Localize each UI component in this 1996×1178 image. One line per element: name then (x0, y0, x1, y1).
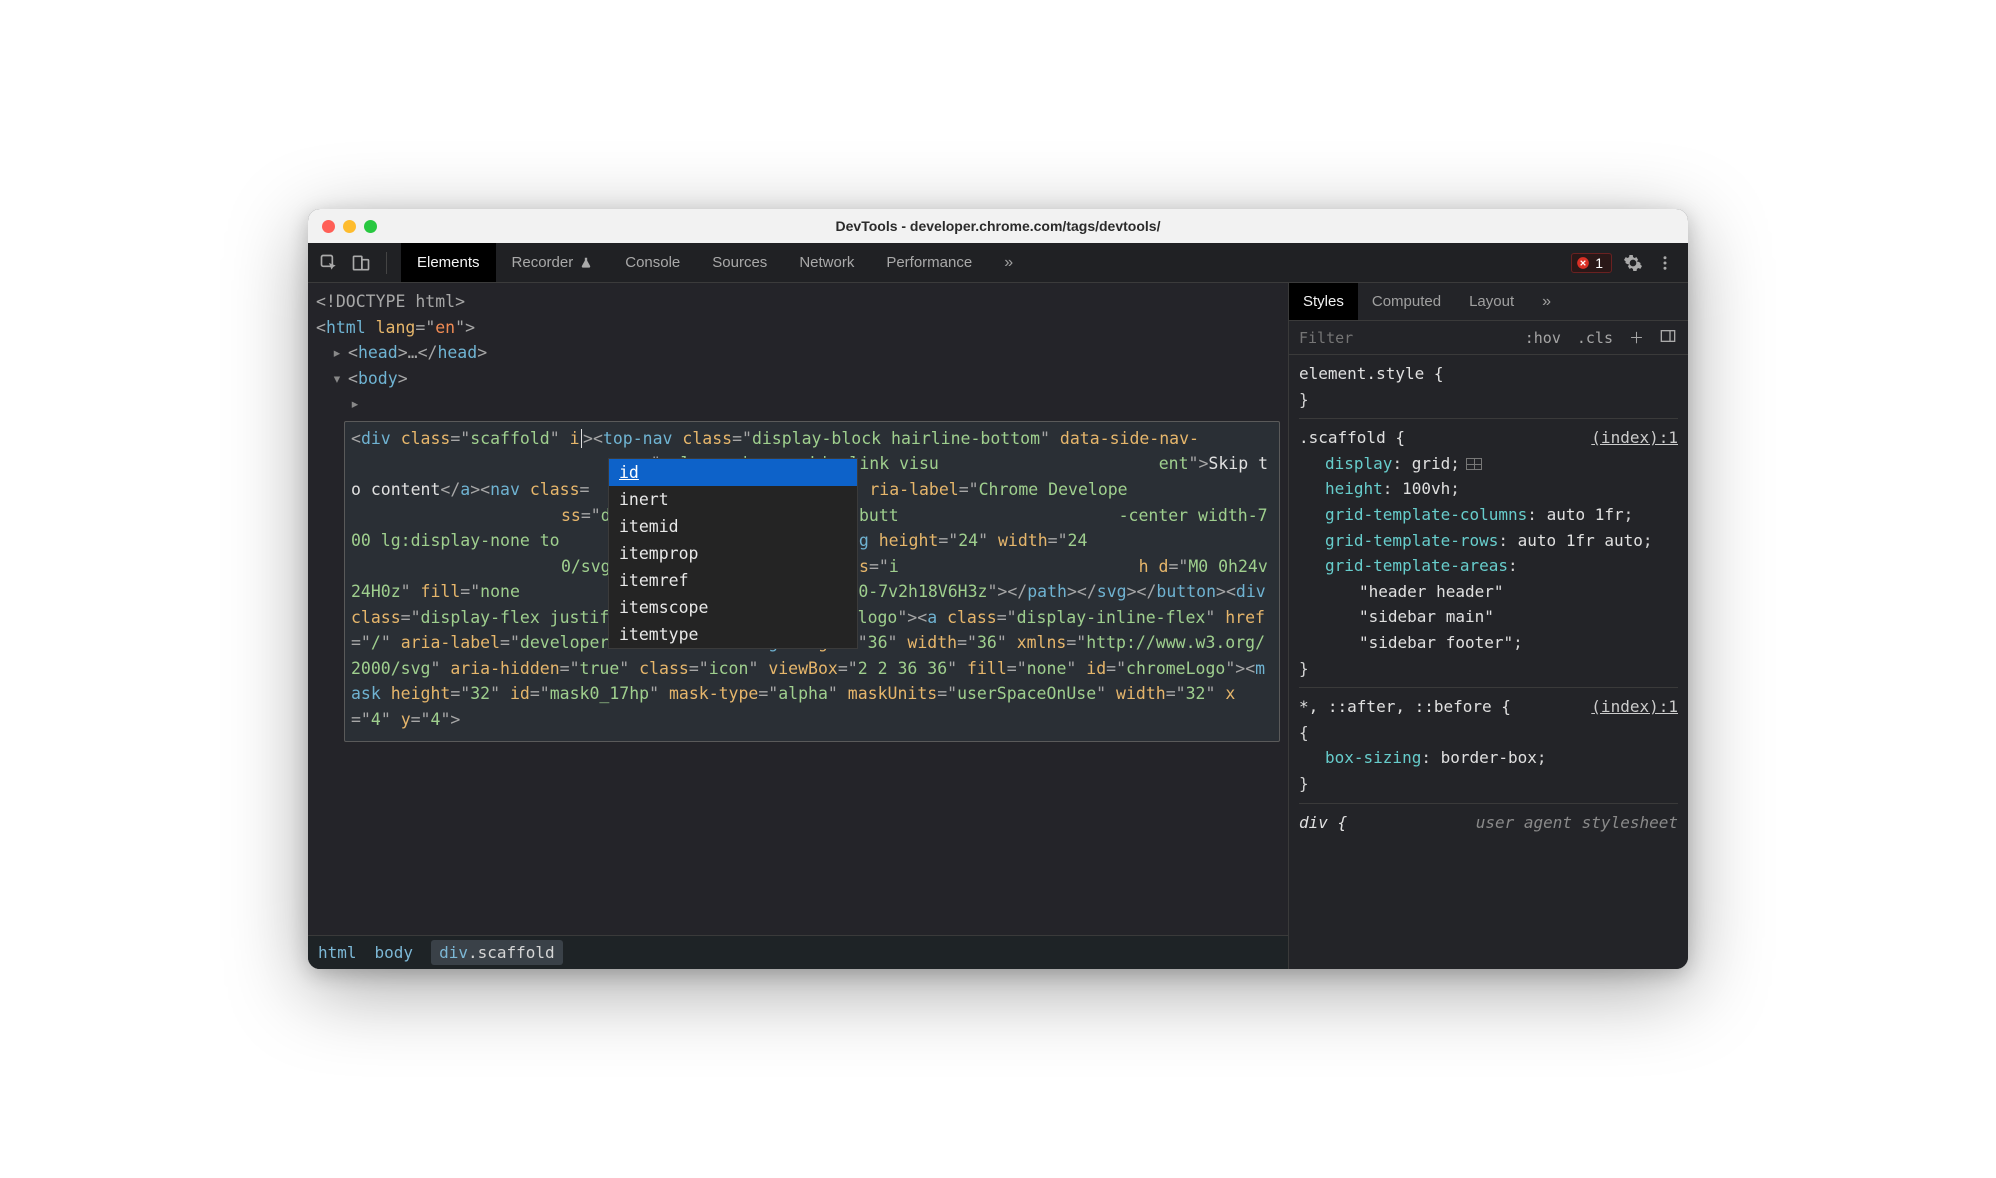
head-line[interactable]: ▸<head>…</head> (316, 340, 1280, 366)
tab-network[interactable]: Network (783, 243, 870, 282)
body-line[interactable]: ▾<body> (316, 366, 1280, 392)
titlebar: DevTools - developer.chrome.com/tags/dev… (308, 209, 1688, 243)
hov-button[interactable]: :hov (1521, 327, 1565, 349)
flask-icon (579, 256, 593, 270)
styles-tabs: Styles Computed Layout » (1289, 283, 1688, 321)
more-icon[interactable] (1654, 252, 1676, 274)
autocomplete-item[interactable]: inert (609, 486, 857, 513)
tab-styles[interactable]: Styles (1289, 283, 1358, 320)
tab-elements[interactable]: Elements (401, 243, 496, 282)
panel-tabs: Elements Recorder Console Sources Networ… (401, 243, 1029, 282)
tab-computed[interactable]: Computed (1358, 283, 1455, 320)
body-child-arrow[interactable]: ▸ (316, 391, 1280, 417)
autocomplete-item[interactable]: itemref (609, 567, 857, 594)
crumb-active[interactable]: div.scaffold (431, 940, 563, 965)
styles-filter-input[interactable] (1297, 328, 1513, 348)
styles-filter-bar: :hov .cls ＋ (1289, 321, 1688, 355)
styles-tabs-overflow-icon[interactable]: » (1528, 283, 1565, 320)
autocomplete-popup: id inert itemid itemprop itemref itemsco… (608, 458, 858, 649)
doctype-line: <!DOCTYPE html> (316, 289, 1280, 315)
crumb-html[interactable]: html (318, 943, 357, 962)
window-title: DevTools - developer.chrome.com/tags/dev… (308, 218, 1688, 234)
crumb-body[interactable]: body (375, 943, 414, 962)
panes: <!DOCTYPE html> <html lang="en"> ▸<head>… (308, 283, 1688, 969)
sidebar-toggle-icon[interactable] (1656, 327, 1680, 349)
source-link[interactable]: (index):1 (1591, 694, 1678, 720)
autocomplete-item[interactable]: itemid (609, 513, 857, 540)
new-rule-icon[interactable]: ＋ (1625, 325, 1648, 350)
grid-swatch-icon[interactable] (1466, 458, 1482, 470)
styles-rules[interactable]: element.style { } (index):1 .scaffold { … (1289, 355, 1688, 969)
devtools-window: DevTools - developer.chrome.com/tags/dev… (308, 209, 1688, 969)
autocomplete-item[interactable]: itemtype (609, 621, 857, 648)
error-badge[interactable]: 1 (1571, 253, 1612, 273)
tab-sources[interactable]: Sources (696, 243, 783, 282)
autocomplete-item[interactable]: id (609, 459, 857, 486)
autocomplete-item[interactable]: itemprop (609, 540, 857, 567)
elements-panel: <!DOCTYPE html> <html lang="en"> ▸<head>… (308, 283, 1288, 969)
tabs-overflow-icon[interactable]: » (988, 243, 1029, 282)
tab-console[interactable]: Console (609, 243, 696, 282)
error-count: 1 (1595, 255, 1603, 271)
error-icon (1576, 256, 1590, 270)
source-link[interactable]: (index):1 (1591, 425, 1678, 451)
autocomplete-item[interactable]: itemscope (609, 594, 857, 621)
inspect-icon[interactable] (318, 252, 340, 274)
cls-button[interactable]: .cls (1573, 327, 1617, 349)
breadcrumb: html body div.scaffold (308, 935, 1288, 969)
device-mode-icon[interactable] (350, 252, 372, 274)
tab-performance[interactable]: Performance (870, 243, 988, 282)
styles-panel: Styles Computed Layout » :hov .cls ＋ ele… (1288, 283, 1688, 969)
html-open-line[interactable]: <html lang="en"> (316, 315, 1280, 341)
text-cursor (581, 429, 583, 448)
settings-icon[interactable] (1622, 252, 1644, 274)
tab-recorder[interactable]: Recorder (496, 243, 610, 282)
separator (386, 252, 387, 274)
tab-layout[interactable]: Layout (1455, 283, 1528, 320)
ua-stylesheet-label: user agent stylesheet (1476, 810, 1678, 836)
main-toolbar: Elements Recorder Console Sources Networ… (308, 243, 1688, 283)
